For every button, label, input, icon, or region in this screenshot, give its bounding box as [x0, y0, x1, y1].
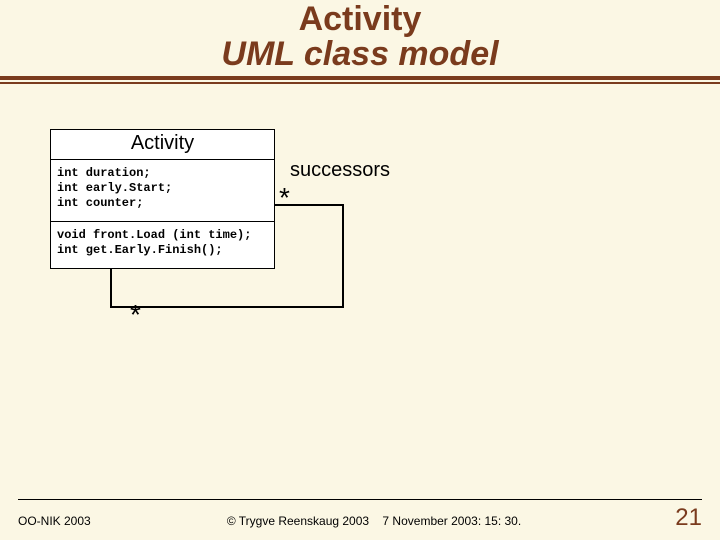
title-line-1: Activity — [0, 2, 720, 36]
multiplicity-bottom: * — [130, 299, 141, 331]
footer-left: OO-NIK 2003 — [18, 514, 91, 528]
uml-class-activity: Activity int duration; int early.Start; … — [50, 129, 275, 269]
slide-number: 21 — [675, 504, 702, 532]
multiplicity-top: * — [279, 182, 290, 214]
uml-class-name: Activity — [51, 130, 274, 160]
slide-footer: OO-NIK 2003 © Trygve Reenskaug 2003 7 No… — [0, 499, 720, 532]
uml-attributes: int duration; int early.Start; int count… — [51, 160, 274, 222]
slide-title-block: Activity UML class model — [0, 0, 720, 73]
footer-rule — [18, 499, 702, 500]
footer-copyright: © Trygve Reenskaug 2003 — [227, 514, 369, 528]
title-rule — [0, 76, 720, 84]
footer-date: 7 November 2003: 15: 30. — [382, 514, 521, 528]
title-line-2: UML class model — [0, 36, 720, 73]
association-label: successors — [290, 159, 390, 182]
uml-operations: void front.Load (int time); int get.Earl… — [51, 222, 274, 268]
uml-diagram: successors * Activity int duration; int … — [0, 129, 720, 429]
